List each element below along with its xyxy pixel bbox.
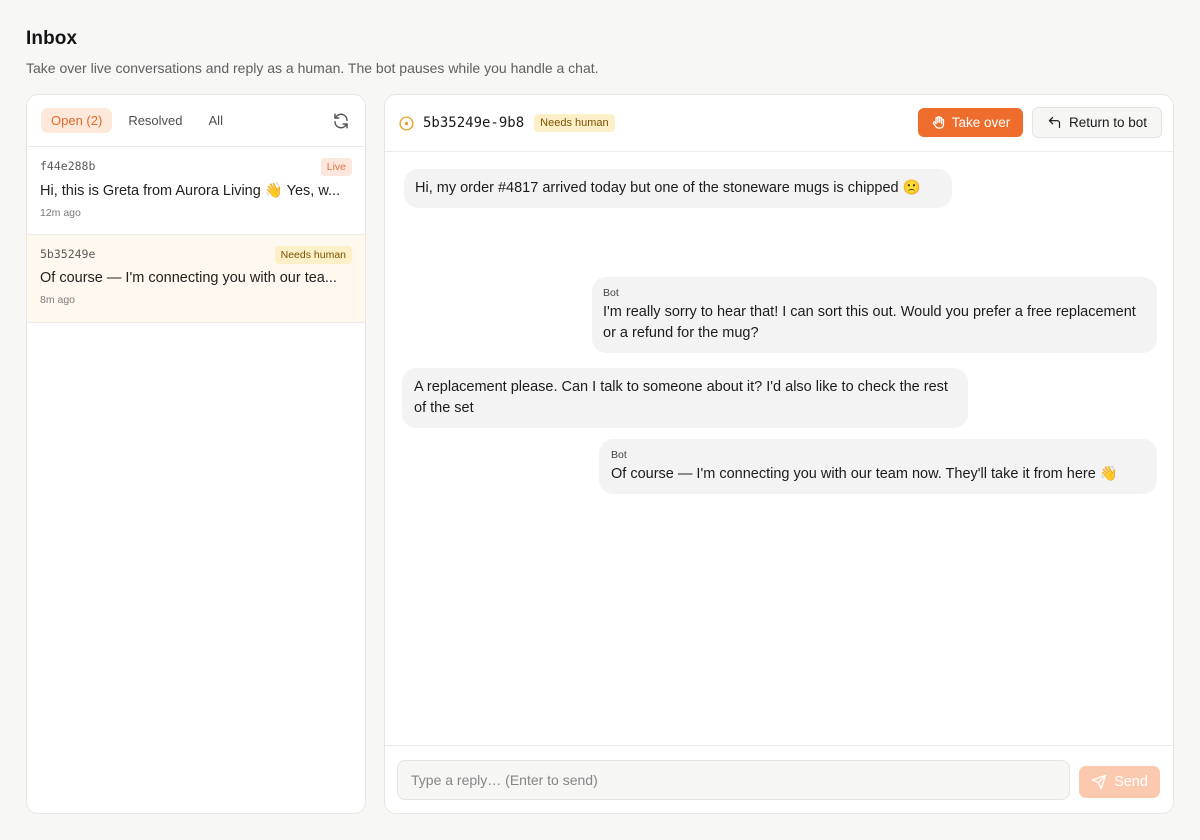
- reply-input[interactable]: [397, 760, 1070, 800]
- page-subtitle: Take over live conversations and reply a…: [26, 60, 599, 76]
- status-badge: Needs human: [274, 246, 352, 264]
- hand-icon: [932, 115, 944, 129]
- take-over-button[interactable]: Take over: [918, 108, 1023, 137]
- bot-message: Bot Of course — I'm connecting you with …: [599, 439, 1157, 494]
- page-header: Inbox Take over live conversations and r…: [26, 28, 599, 76]
- conversation-id: f44e288b: [40, 159, 96, 173]
- return-to-bot-label: Return to bot: [1068, 115, 1148, 130]
- message-sender: Bot: [603, 287, 619, 299]
- bot-message: Bot I'm really sorry to hear that! I can…: [592, 277, 1157, 353]
- tab-open[interactable]: Open (2): [41, 108, 113, 133]
- refresh-icon: [334, 113, 348, 129]
- chat-id: 5b35249e-9b8: [423, 115, 525, 131]
- conversation-time: 8m ago: [40, 294, 76, 306]
- message-sender: Bot: [611, 449, 627, 461]
- return-arrow-icon: [1048, 116, 1061, 129]
- tab-all[interactable]: All: [199, 108, 233, 133]
- conversation-time: 12m ago: [40, 207, 81, 219]
- tab-resolved[interactable]: Resolved: [118, 108, 192, 133]
- message-text: I'm really sorry to hear that! I can sor…: [603, 304, 1136, 341]
- send-button[interactable]: Send: [1079, 766, 1160, 798]
- conversation-list-panel: Open (2) Resolved All f44e288b Live Hi, …: [26, 94, 366, 814]
- customer-message: Hi, my order #4817 arrived today but one…: [404, 169, 952, 208]
- chat-panel: 5b35249e-9b8 Needs human Take over Retur…: [384, 94, 1174, 814]
- take-over-label: Take over: [951, 115, 1011, 130]
- send-label: Send: [1114, 774, 1148, 790]
- conversation-preview: Of course — I'm connecting you with our …: [40, 270, 337, 286]
- message-text: Hi, my order #4817 arrived today but one…: [415, 180, 921, 196]
- customer-message: A replacement please. Can I talk to some…: [402, 368, 968, 428]
- status-badge: Live: [320, 158, 352, 176]
- message-text: Of course — I'm connecting you with our …: [611, 466, 1118, 482]
- message-text: A replacement please. Can I talk to some…: [414, 379, 948, 416]
- conversation-item[interactable]: 5b35249e Needs human Of course — I'm con…: [27, 235, 365, 323]
- status-circle-icon: [397, 114, 415, 132]
- chat-header: 5b35249e-9b8 Needs human Take over Retur…: [385, 95, 1173, 152]
- filter-tabs: Open (2) Resolved All: [27, 95, 365, 147]
- message-thread: Hi, my order #4817 arrived today but one…: [385, 152, 1173, 747]
- status-badge: Needs human: [534, 114, 615, 132]
- send-icon: [1091, 774, 1107, 790]
- reply-composer: Send: [385, 745, 1173, 813]
- conversation-preview: Hi, this is Greta from Aurora Living 👋 Y…: [40, 183, 341, 199]
- return-to-bot-button[interactable]: Return to bot: [1032, 107, 1162, 138]
- refresh-button[interactable]: [329, 109, 353, 133]
- page-title: Inbox: [26, 28, 78, 49]
- conversation-item[interactable]: f44e288b Live Hi, this is Greta from Aur…: [27, 147, 365, 235]
